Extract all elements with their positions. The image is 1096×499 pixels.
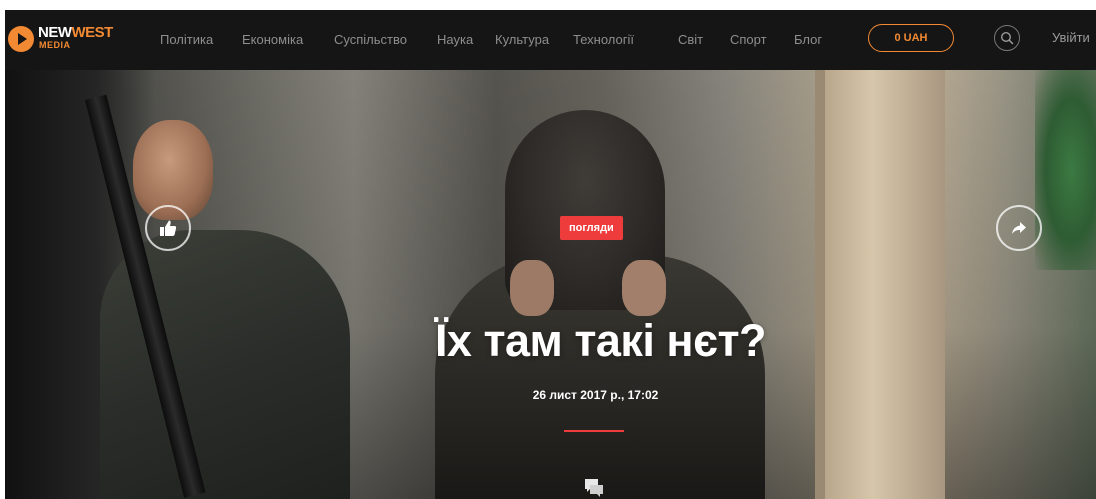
- divider-line: [564, 430, 624, 432]
- comments-icon[interactable]: [584, 478, 604, 498]
- nav-item-nauka[interactable]: Наука: [437, 32, 473, 48]
- search-icon: [1000, 31, 1014, 45]
- nav-item-blog[interactable]: Блог: [794, 32, 822, 48]
- like-button[interactable]: [145, 205, 191, 251]
- search-button[interactable]: [994, 25, 1020, 51]
- nav-item-polityka[interactable]: Політика: [160, 32, 213, 48]
- nav-item-suspilstvo[interactable]: Суспільство: [334, 32, 407, 48]
- category-badge[interactable]: погляди: [560, 216, 623, 240]
- logo-play-icon: [8, 26, 34, 52]
- share-button[interactable]: [996, 205, 1042, 251]
- article-title: Їх там такі нєт?: [435, 315, 766, 367]
- nav-item-sport[interactable]: Спорт: [730, 32, 767, 48]
- wallet-balance-button[interactable]: 0 UAH: [868, 24, 954, 52]
- share-arrow-icon: [1012, 222, 1026, 234]
- nav-item-ekonomika[interactable]: Економіка: [242, 32, 303, 48]
- login-link[interactable]: Увійти: [1052, 30, 1090, 45]
- thumbs-up-icon: [160, 220, 177, 236]
- article-date: 26 лист 2017 р., 17:02: [532, 388, 659, 402]
- newwest-media-logo[interactable]: NEWWEST MEDIA: [8, 24, 118, 56]
- page: NEWWEST MEDIA Політика Економіка Суспіль…: [5, 10, 1096, 499]
- article-hero: погляди Їх там такі нєт? 26 лист 2017 р.…: [5, 70, 1096, 499]
- nav-item-kultura[interactable]: Культура: [495, 32, 549, 48]
- logo-wordmark: NEWWEST: [38, 24, 113, 41]
- nav-item-svit[interactable]: Світ: [678, 32, 703, 48]
- nav-item-tekhnolohii[interactable]: Технології: [573, 32, 634, 48]
- logo-subtitle: MEDIA: [39, 40, 71, 50]
- top-navigation-bar: NEWWEST MEDIA Політика Економіка Суспіль…: [5, 10, 1096, 70]
